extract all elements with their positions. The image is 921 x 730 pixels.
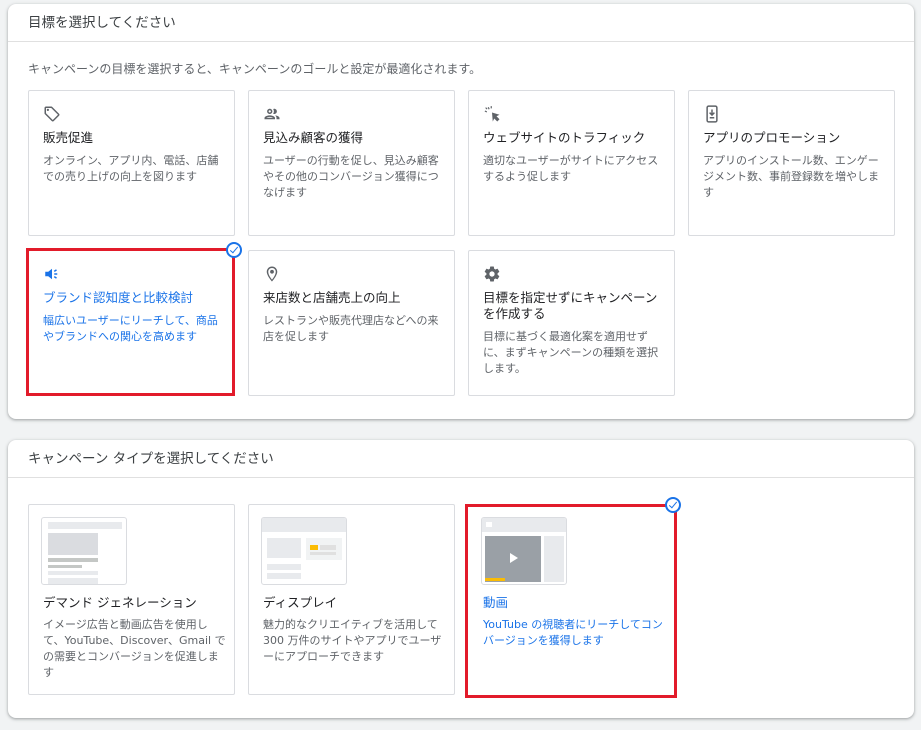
selected-check-icon: [226, 242, 242, 258]
goal-panel-header: 目標を選択してください: [8, 4, 914, 42]
phone-download-icon: [706, 105, 718, 123]
type-card-desc: YouTube の視聴者にリーチしてコンバージョンを獲得します: [483, 618, 663, 647]
people-icon: [264, 108, 280, 120]
goal-card-desc: レストランや販売代理店などへの来店を促します: [263, 314, 439, 343]
goal-selection-panel: 目標を選択してください キャンペーンの目標を選択すると、キャンペーンのゴールと設…: [8, 4, 914, 419]
selected-check-icon: [665, 497, 681, 513]
type-card-video[interactable]: 動画 YouTube の視聴者にリーチしてコンバージョンを獲得します: [468, 504, 675, 695]
tag-icon: [44, 106, 60, 122]
goal-card-title: 目標を指定せずにキャンペーンを作成する: [483, 290, 658, 321]
cursor-click-icon: [484, 106, 500, 122]
type-panel-header: キャンペーン タイプを選択してください: [8, 440, 914, 478]
goal-card-title: ブランド認知度と比較検討: [43, 290, 194, 305]
goal-card-title: 見込み顧客の獲得: [263, 130, 364, 145]
goal-card-desc: 目標に基づく最適化案を適用せずに、まずキャンペーンの種類を選択します。: [483, 330, 659, 375]
goal-card-leads[interactable]: 見込み顧客の獲得 ユーザーの行動を促し、見込み顧客やその他のコンバージョン獲得に…: [248, 90, 455, 236]
campaign-type-panel: キャンペーン タイプを選択してください デマンド ジェネレーション イメージ広告…: [8, 440, 914, 718]
type-card-display[interactable]: ディスプレイ 魅力的なクリエイティブを活用して 300 万件のサイトやアプリでユ…: [248, 504, 455, 695]
display-thumbnail: [261, 517, 347, 585]
goal-card-title: 来店数と店舗売上の向上: [263, 290, 401, 305]
goal-card-app-promotion[interactable]: アプリのプロモーション アプリのインストール数、エンゲージメント数、事前登録数を…: [688, 90, 895, 236]
type-card-title: デマンド ジェネレーション: [43, 595, 197, 610]
type-card-title: ディスプレイ: [263, 595, 338, 610]
demand-gen-thumbnail: [41, 517, 127, 585]
goal-card-title: ウェブサイトのトラフィック: [483, 130, 646, 145]
type-card-demand-gen[interactable]: デマンド ジェネレーション イメージ広告と動画広告を使用して、YouTube、D…: [28, 504, 235, 695]
goal-card-sales[interactable]: 販売促進 オンライン、アプリ内、電話、店舗での売り上げの向上を図ります: [28, 90, 235, 236]
goal-card-website-traffic[interactable]: ウェブサイトのトラフィック 適切なユーザーがサイトにアクセスするよう促します: [468, 90, 675, 236]
type-card-desc: 魅力的なクリエイティブを活用して 300 万件のサイトやアプリでユーザーにアプロ…: [263, 618, 442, 663]
goal-panel-description: キャンペーンの目標を選択すると、キャンペーンのゴールと設定が最適化されます。: [28, 62, 482, 76]
goal-card-desc: ユーザーの行動を促し、見込み顧客やその他のコンバージョン獲得につなげます: [263, 154, 439, 199]
goal-card-desc: アプリのインストール数、エンゲージメント数、事前登録数を増やします: [703, 154, 879, 199]
goal-card-desc: 適切なユーザーがサイトにアクセスするよう促します: [483, 154, 659, 183]
goal-card-desc: オンライン、アプリ内、電話、店舗での売り上げの向上を図ります: [43, 154, 219, 183]
type-card-title: 動画: [483, 595, 509, 610]
goal-card-brand-awareness[interactable]: ブランド認知度と比較検討 幅広いユーザーにリーチして、商品やブランドへの関心を高…: [28, 250, 235, 396]
goal-card-title: アプリのプロモーション: [703, 130, 841, 145]
goal-card-no-goal[interactable]: 目標を指定せずにキャンペーンを作成する 目標に基づく最適化案を適用せずに、まずキ…: [468, 250, 675, 396]
type-card-desc: イメージ広告と動画広告を使用して、YouTube、Discover、Gmail …: [43, 618, 226, 679]
goal-card-store-visits[interactable]: 来店数と店舗売上の向上 レストランや販売代理店などへの来店を促します: [248, 250, 455, 396]
megaphone-icon: [45, 268, 58, 280]
goal-card-title: 販売促進: [43, 130, 94, 145]
location-pin-icon: [266, 266, 278, 282]
gear-icon: [484, 266, 500, 282]
play-icon: [510, 553, 518, 563]
goal-card-desc: 幅広いユーザーにリーチして、商品やブランドへの関心を高めます: [43, 314, 218, 343]
video-thumbnail: [481, 517, 567, 585]
